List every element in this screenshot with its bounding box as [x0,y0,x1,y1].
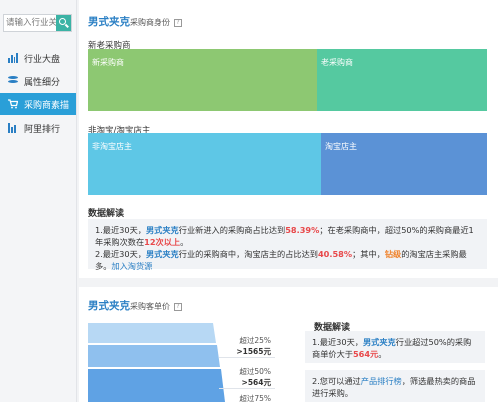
sidebar-item-ali-ranking[interactable]: 阿里排行 [0,117,76,139]
sidebar-item-label: 阿里排行 [24,124,61,135]
interpretation-box-2: 2.您可以通过产品排行榜，筛选最热卖的商品进行采购。 [305,370,485,402]
threshold-label-50: 超过50% [239,367,271,376]
segment-new-buyers: 新采购商 [88,49,317,111]
panel-title: 男式夹克采购客单价? [88,298,182,313]
threshold-value-50: >564元 [241,378,271,387]
segment-taobao-owners: 淘宝店主 [321,133,487,195]
segment-non-taobao-owners: 非淘宝店主 [88,133,321,195]
panel-title: 男式夹克采购商身份? [88,14,182,29]
sidebar-item-attribute-breakdown[interactable]: 属性细分 [0,70,76,92]
price-funnel [88,323,225,402]
product-ranking-link[interactable]: 产品排行榜 [361,376,402,386]
sidebar-item-buyer-profile[interactable]: 采购商素描 [0,93,76,115]
sidebar: 行业大盘 属性细分 采购商素描 阿里排行 [0,0,77,402]
sidebar-item-industry-overview[interactable]: 行业大盘 [0,47,76,69]
funnel-segment-top [88,323,216,343]
sidebar-item-label: 行业大盘 [24,54,61,65]
funnel-segment-middle [88,345,220,367]
interpretation-line-2: 2.最近30天，男式夹克行业的采购商中，淘宝店主的占比达到40.58%；其中，钻… [95,249,467,271]
interpretation-box: 1.最近30天，男式夹克行业新进入的采购商占比达到58.39%；在老采购商中，超… [88,219,487,271]
ranking-icon [8,123,18,133]
sidebar-item-label: 属性细分 [24,77,61,88]
help-icon[interactable]: ? [174,19,182,27]
search-input[interactable] [4,15,58,31]
interpretation-heading: 数据解读 [88,209,125,219]
interpretation-line-1: 1.最近30天，男式夹克行业新进入的采购商占比达到58.39%；在老采购商中，超… [95,225,474,247]
help-icon[interactable]: ? [174,303,182,311]
threshold-label-75: 超过75% [239,394,271,402]
segment-old-buyers: 老采购商 [317,49,487,111]
threshold-value-25: >1565元 [236,347,271,356]
bar-chart-icon [8,53,18,63]
threshold-label-25: 超过25% [239,336,271,345]
search-box [3,14,72,32]
interpretation-box-1: 1.最近30天，男式夹克行业超过50%的采购商单价大于564元。 [305,331,485,363]
search-button[interactable] [56,15,71,31]
cart-icon [8,99,19,109]
sidebar-item-label: 采购商素描 [24,100,70,111]
unit-price-panel: 男式夹克采购客单价? 超过25% >1565元 超过50% >564元 超过75… [79,287,498,402]
add-taobao-source-link[interactable]: 加入淘货源 [111,261,152,271]
buyer-identity-panel: 男式夹克采购商身份? 新老采购商 新采购商 老采购商 非淘宝/淘宝店主 非淘宝店… [79,0,498,278]
funnel-segment-bottom [88,369,225,402]
database-icon [8,76,18,86]
